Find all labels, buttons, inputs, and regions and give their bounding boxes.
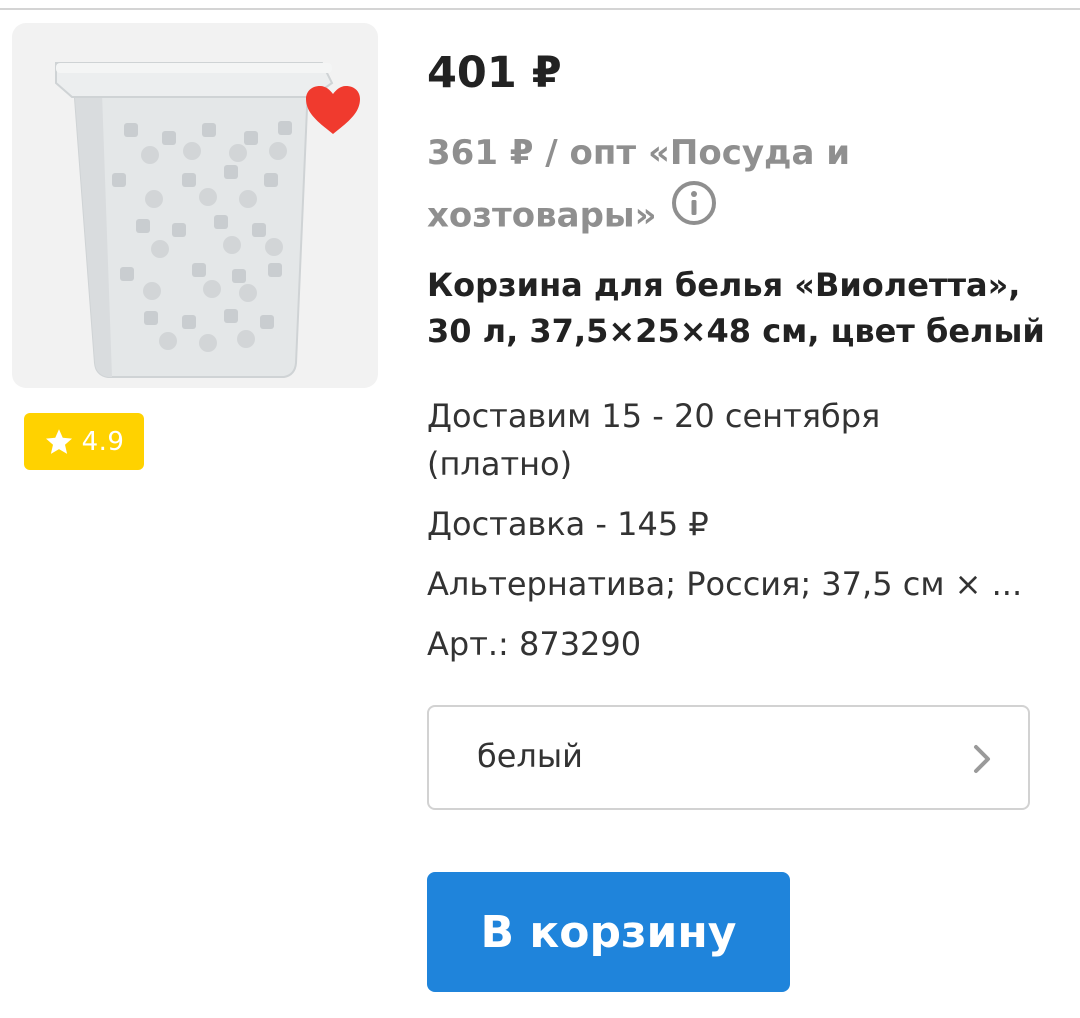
article-number: Арт.: 873290: [427, 625, 642, 663]
heart-icon: [306, 86, 360, 134]
product-price: 401 ₽: [427, 48, 562, 98]
product-title[interactable]: Корзина для белья «Виолетта», 30 л, 37,5…: [427, 262, 1047, 354]
favorite-button[interactable]: [302, 81, 364, 139]
color-variant-selector[interactable]: белый: [427, 705, 1030, 810]
laundry-basket-image: [55, 62, 334, 378]
top-divider: [0, 8, 1080, 10]
delivery-date: Доставим 15 - 20 сентября (платно): [427, 392, 947, 488]
add-to-cart-button[interactable]: В корзину: [427, 872, 790, 992]
selected-variant: белый: [477, 737, 583, 775]
info-icon[interactable]: [671, 180, 717, 246]
wholesale-price: 361 ₽ / опт «Посуда и хозтовары»: [427, 122, 947, 250]
delivery-date-text: Доставим 15 - 20 сентября (платно): [427, 397, 881, 483]
delivery-cost: Доставка - 145 ₽: [427, 505, 709, 543]
product-image[interactable]: [12, 23, 378, 388]
wholesale-price-text: 361 ₽ / опт «Посуда и хозтовары»: [427, 133, 851, 236]
star-icon: [45, 428, 72, 454]
rating-value: 4.9: [81, 426, 125, 457]
chevron-right-icon: [974, 745, 990, 773]
rating-badge: 4.9: [24, 413, 144, 470]
product-attributes: Альтернатива; Россия; 37,5 см × ...: [427, 565, 1023, 603]
